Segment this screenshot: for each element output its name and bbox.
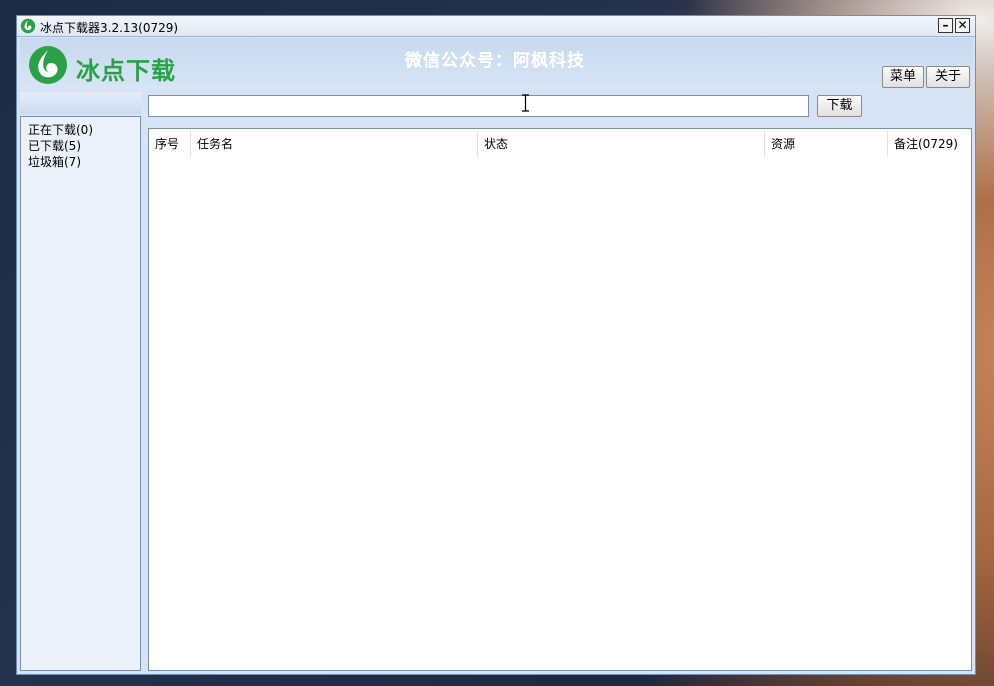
title-bar[interactable]: 冰点下载器3.2.13(0729) – ✕ xyxy=(17,16,975,37)
brand-logo-icon xyxy=(29,46,67,84)
column-header-task-name[interactable]: 任务名 xyxy=(197,135,233,152)
sidebar-item-trash[interactable]: 垃圾箱(7) xyxy=(28,153,81,170)
column-separator[interactable] xyxy=(190,131,191,157)
column-header-index[interactable]: 序号 xyxy=(155,135,179,152)
ibeam-cursor-icon xyxy=(522,94,529,112)
app-header: 冰点下载 微信公众号：阿枫科技 菜单 关于 xyxy=(20,38,973,90)
sidebar-item-downloading[interactable]: 正在下载(0) xyxy=(28,121,93,138)
column-separator[interactable] xyxy=(764,131,765,157)
minimize-icon[interactable]: – xyxy=(938,18,953,33)
app-window: 冰点下载器3.2.13(0729) – ✕ 冰点下载 微信公众号：阿枫科技 菜单… xyxy=(16,15,976,675)
category-sidebar: 正在下载(0) 已下载(5) 垃圾箱(7) xyxy=(20,116,141,671)
about-button[interactable]: 关于 xyxy=(926,66,970,88)
menu-button[interactable]: 菜单 xyxy=(882,66,924,88)
column-header-source[interactable]: 资源 xyxy=(771,135,795,152)
sidebar-header-strip xyxy=(20,92,141,114)
column-separator[interactable] xyxy=(477,131,478,157)
column-header-note[interactable]: 备注(0729) xyxy=(894,135,958,152)
close-icon[interactable]: ✕ xyxy=(955,18,970,33)
url-input[interactable] xyxy=(148,95,809,117)
column-separator[interactable] xyxy=(887,131,888,157)
sidebar-item-downloaded[interactable]: 已下载(5) xyxy=(28,137,81,154)
app-logo-icon xyxy=(20,18,36,34)
brand-name: 冰点下载 xyxy=(76,57,176,85)
column-header-status[interactable]: 状态 xyxy=(484,135,508,152)
download-button[interactable]: 下载 xyxy=(817,95,862,117)
task-list: 序号 任务名 状态 资源 备注(0729) xyxy=(148,128,972,671)
wechat-account-text: 微信公众号：阿枫科技 xyxy=(405,51,585,71)
window-title: 冰点下载器3.2.13(0729) xyxy=(40,21,179,35)
